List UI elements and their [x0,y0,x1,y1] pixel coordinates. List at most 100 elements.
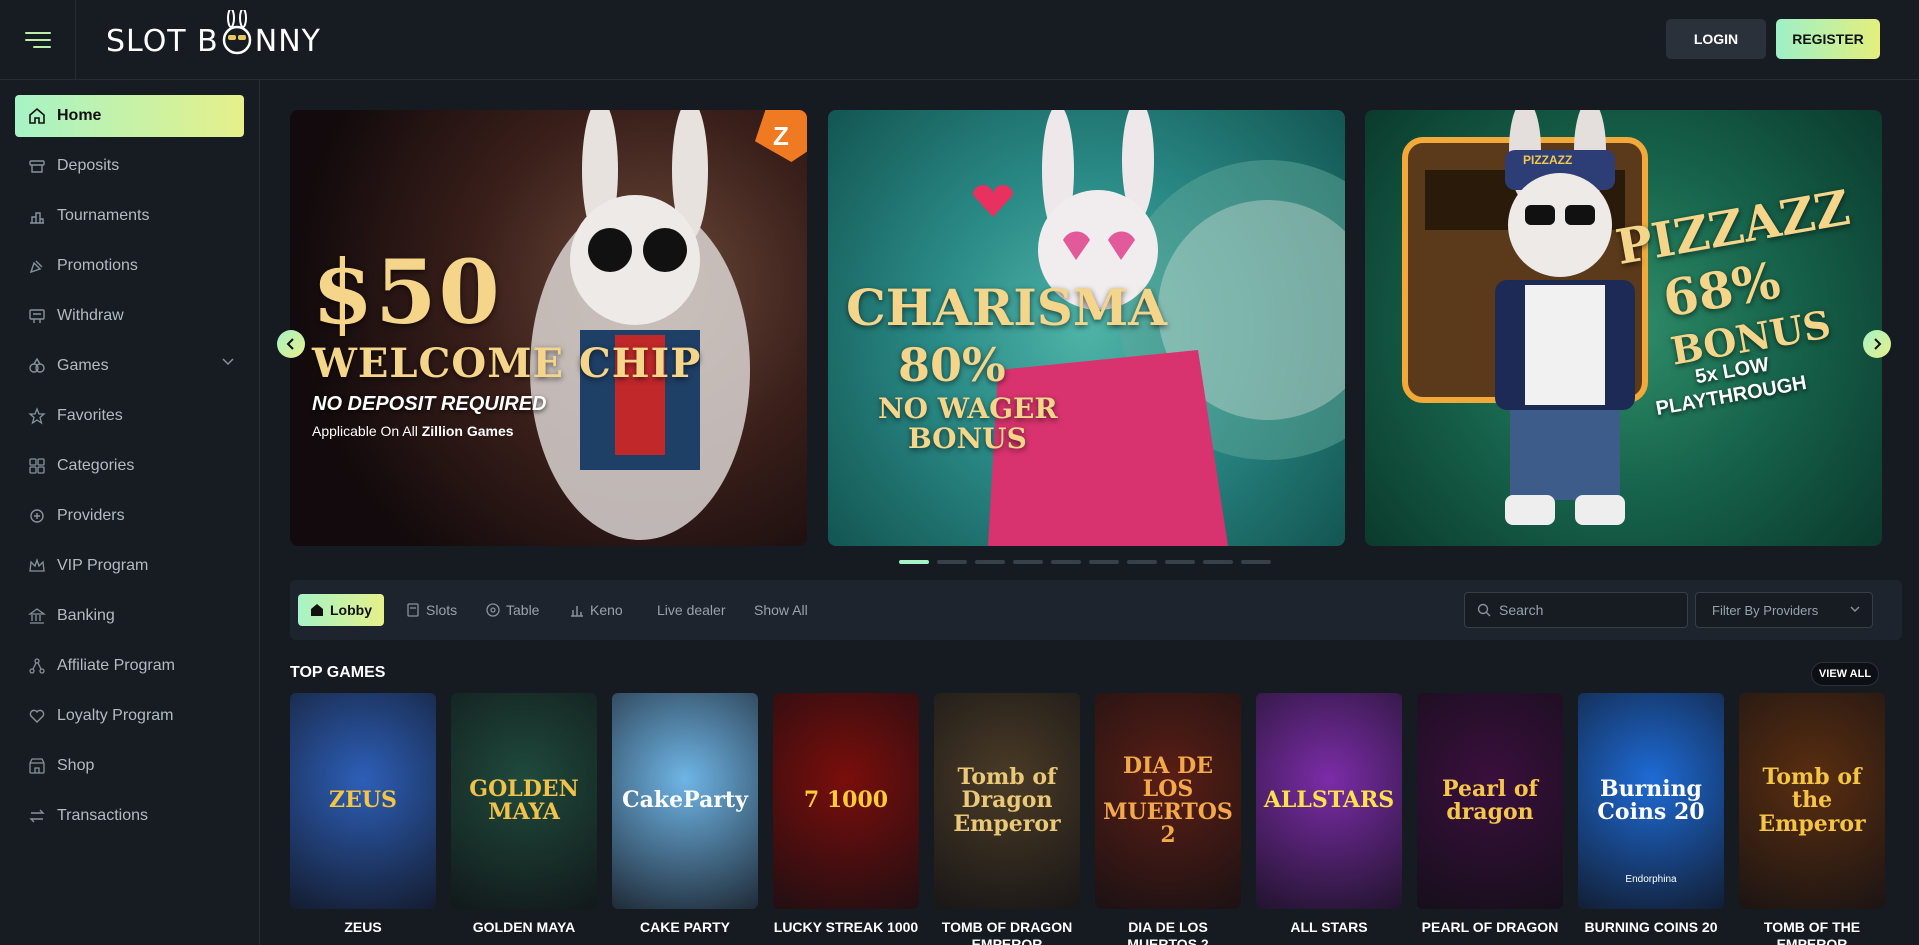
providers-icon [27,506,47,526]
game-thumbnail[interactable]: Burning Coins 20 Endorphina [1578,693,1724,909]
game-thumbnail[interactable]: ALLSTARS [1256,693,1402,909]
game-name: LUCKY STREAK 1000 [773,919,919,935]
view-all-button[interactable]: VIEW ALL [1811,662,1879,686]
promo-banner-charisma[interactable]: CHARISMA 80% NO WAGER BONUS [828,110,1345,546]
sidebar-item-shop[interactable]: Shop [15,745,244,787]
tab-label: Lobby [330,602,372,618]
carousel-dot[interactable] [1165,560,1195,564]
tab-show-all[interactable]: Show All [742,594,820,626]
tab-live-dealer[interactable]: Live dealer [645,594,738,626]
carousel-dot[interactable] [1203,560,1233,564]
carousel-dot[interactable] [1051,560,1081,564]
carousel-dot[interactable] [1013,560,1043,564]
game-card[interactable]: CakeParty CAKE PARTY [612,693,758,936]
sidebar-item-tournaments[interactable]: Tournaments [15,195,244,237]
carousel-dot[interactable] [1241,560,1271,564]
promo-banner-pizzazz[interactable]: PIZZAZZ PIZZAZZ 68% BONUS 5x LOW PLAYTHR… [1365,110,1882,546]
carousel-dot[interactable] [899,560,929,564]
sidebar-item-games[interactable]: Games [15,345,244,387]
sidebar-item-vip-program[interactable]: VIP Program [15,545,244,587]
sidebar-item-transactions[interactable]: Transactions [15,795,244,837]
game-card[interactable]: DIA DE LOS MUERTOS 2 DIA DE LOS MUERTOS 2 [1095,693,1241,945]
sidebar-item-label: Deposits [57,157,120,174]
game-filter-bar: Lobby Slots Table Keno Live dealer Show … [290,580,1902,640]
sidebar-item-withdraw[interactable]: Withdraw [15,295,244,337]
sidebar-item-home[interactable]: Home [15,95,244,137]
provider-filter-select[interactable]: Filter By Providers [1695,592,1873,628]
site-logo[interactable]: SLOT B NNY [106,10,321,64]
tab-table[interactable]: Table [474,594,551,626]
chevron-down-icon [1850,606,1860,612]
home-icon [27,106,47,126]
game-name: TOMB OF THE EMPEROR [1763,919,1861,945]
tab-slots[interactable]: Slots [394,594,469,626]
logo-text-left: SLOT B [106,23,219,59]
star-icon [27,406,47,426]
game-thumbnail-title: Pearl of dragon [1442,775,1538,825]
game-name: PEARL OF DRAGON [1421,919,1559,935]
tab-label: Show All [754,602,808,618]
search-icon [1477,603,1491,617]
carousel-dot[interactable] [937,560,967,564]
sidebar-item-label: Withdraw [57,307,124,324]
game-thumbnail[interactable]: 7 1000 [773,693,919,909]
hamburger-icon [24,31,51,48]
sidebar-item-favorites[interactable]: Favorites [15,395,244,437]
game-card[interactable]: Burning Coins 20 Endorphina BURNING COINS … [1578,693,1724,936]
game-name: GOLDEN MAYA [472,919,576,935]
game-card[interactable]: ZEUS ZEUS [290,693,436,936]
banner-subline-2: BONUS [908,422,1027,455]
tab-keno[interactable]: Keno [558,594,635,626]
transactions-icon [27,806,47,826]
game-thumbnail[interactable]: GOLDEN MAYA [451,693,597,909]
sidebar-item-banking[interactable]: Banking [15,595,244,637]
sidebar-item-providers[interactable]: Providers [15,495,244,537]
game-thumbnail[interactable]: Tomb of the Emperor [1739,693,1885,909]
game-card[interactable]: ALLSTARS ALL STARS [1256,693,1402,936]
tournament-icon [27,206,47,226]
carousel-dot[interactable] [975,560,1005,564]
carousel-dot[interactable] [1127,560,1157,564]
login-button[interactable]: LOGIN [1666,19,1766,59]
banner-percent: 80% [898,338,1006,392]
banner-cap-text: PIZZAZZ [1523,153,1573,167]
game-thumbnail[interactable]: DIA DE LOS MUERTOS 2 [1095,693,1241,909]
carousel-prev-button[interactable] [277,330,305,358]
sidebar-item-label: VIP Program [57,557,149,574]
game-thumbnail-title: Burning Coins 20 [1597,775,1705,825]
search-input[interactable] [1499,602,1669,618]
sidebar-item-loyalty-program[interactable]: Loyalty Program [15,695,244,737]
game-thumbnail[interactable]: Pearl of dragon [1417,693,1563,909]
tab-label: Live dealer [657,602,726,618]
game-card[interactable]: Pearl of dragon PEARL OF DRAGON [1417,693,1563,936]
game-card[interactable]: GOLDEN MAYA GOLDEN MAYA [451,693,597,936]
game-thumbnail-title: Tomb of Dragon Emperor [953,764,1061,837]
bunny-logo-icon [220,10,254,58]
sidebar-item-label: Promotions [57,257,138,274]
sidebar-item-affiliate-program[interactable]: Affiliate Program [15,645,244,687]
game-card[interactable]: Tomb of the Emperor TOMB OF THE EMPEROR [1739,693,1885,945]
search-box[interactable] [1464,592,1688,628]
game-name: ALL STARS [1290,919,1368,935]
game-thumbnail-title: Tomb of the Emperor [1758,764,1866,837]
chevron-down-icon [222,358,234,366]
sidebar-item-categories[interactable]: Categories [15,445,244,487]
sidebar-item-promotions[interactable]: Promotions [15,245,244,287]
tab-lobby[interactable]: Lobby [298,594,384,626]
home-icon [310,603,324,617]
sidebar-item-label: Affiliate Program [57,657,175,674]
game-card[interactable]: 7 1000 LUCKY STREAK 1000 [773,693,919,936]
carousel-next-button[interactable] [1863,330,1891,358]
game-thumbnail[interactable]: CakeParty [612,693,758,909]
affiliate-icon [27,656,47,676]
menu-toggle-button[interactable] [0,0,76,79]
game-card[interactable]: Tomb of Dragon Emperor TOMB OF DRAGON EMP… [934,693,1080,945]
carousel-dot[interactable] [1089,560,1119,564]
roulette-icon [486,603,500,617]
sidebar-item-deposits[interactable]: Deposits [15,145,244,187]
game-thumbnail[interactable]: Tomb of Dragon Emperor [934,693,1080,909]
game-thumbnail[interactable]: ZEUS [290,693,436,909]
register-button[interactable]: REGISTER [1776,19,1880,59]
promo-banner-welcome-chip[interactable]: Z $50 WELCOME CHIP NO DEPOSIT REQUIRED A… [290,110,807,546]
game-thumbnail-title: GOLDEN MAYA [469,775,579,825]
